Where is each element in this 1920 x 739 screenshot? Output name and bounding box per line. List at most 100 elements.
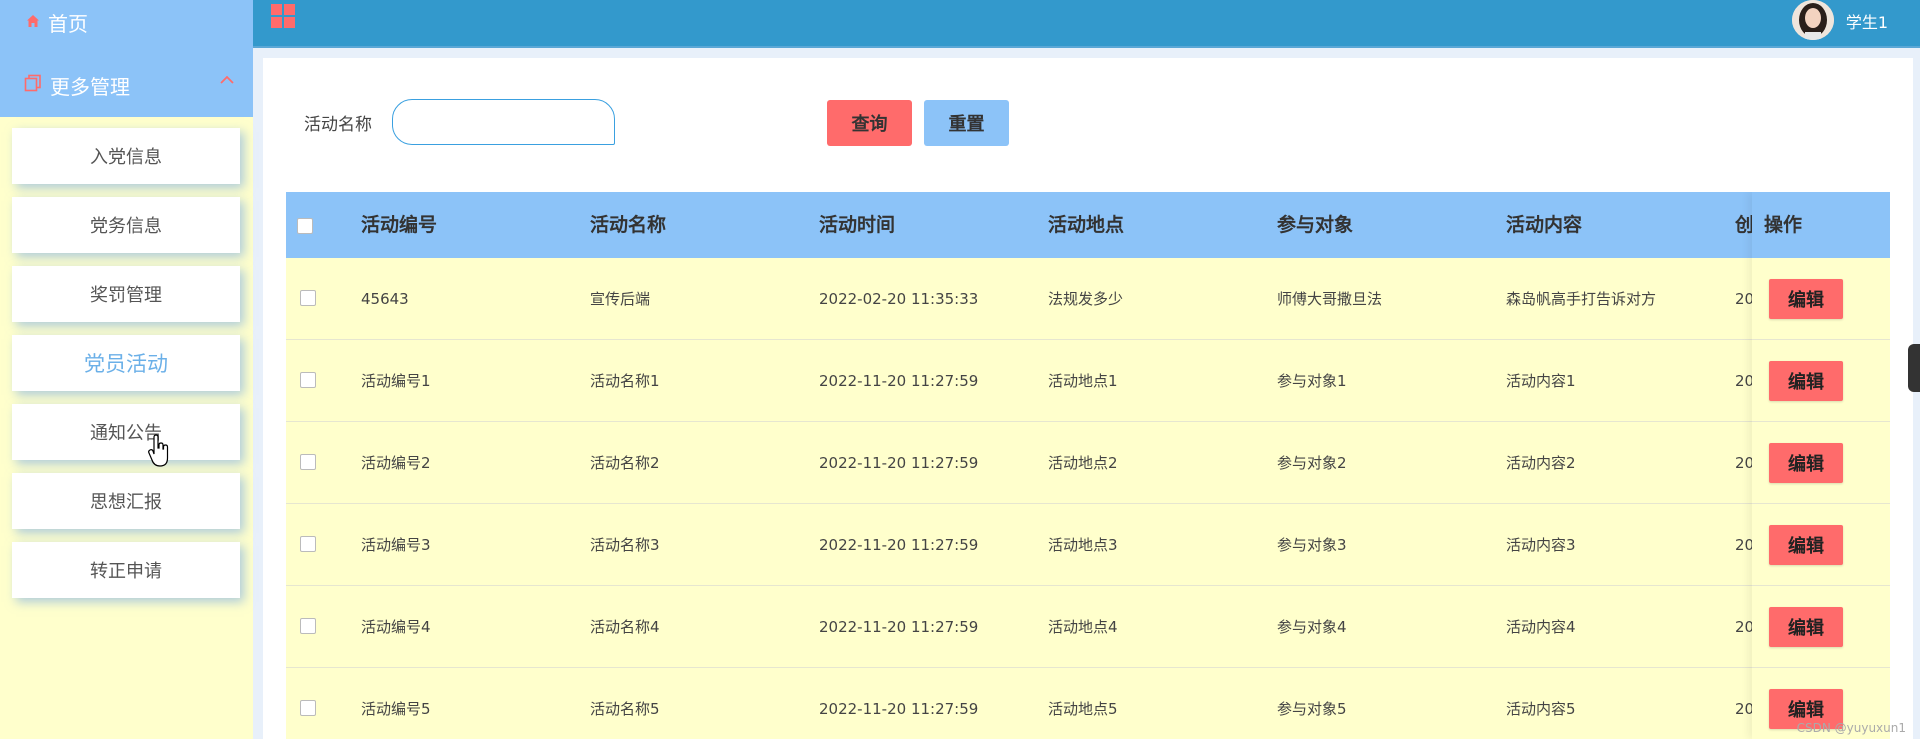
operations-column: 操作 编辑 编辑 编辑 编辑 编辑 编辑 [1752,192,1890,739]
sidebar-home-label: 首页 [48,11,88,36]
table-row[interactable]: 活动编号1 活动名称1 2022-11-20 11:27:59 活动地点1 参与… [286,340,1890,422]
sidebar-more-management[interactable]: 更多管理 [24,68,234,102]
operations-cell: 编辑 [1752,504,1890,586]
sidebar-item-label: 奖罚管理 [90,285,162,306]
copy-icon [24,74,42,97]
row-checkbox[interactable] [300,372,316,388]
cell-no: 活动编号2 [361,454,431,472]
column-header: 活动编号 [361,214,438,236]
sidebar-item-party-affairs[interactable]: 党务信息 [12,197,240,253]
sidebar-item-member-activities[interactable]: 党员活动 [12,335,240,391]
query-button[interactable]: 查询 [827,100,912,146]
cell-place: 活动地点3 [1048,536,1118,554]
chevron-up-icon[interactable] [220,70,234,89]
watermark: CSDN @yuyuxun1 [1796,721,1906,735]
sidebar-item-label: 转正申请 [90,561,162,582]
cell-no: 活动编号3 [361,536,431,554]
cell-content: 活动内容5 [1506,700,1576,718]
cell-target: 参与对象3 [1277,536,1347,554]
cell-time: 2022-11-20 11:27:59 [819,700,979,718]
avatar[interactable] [1792,0,1834,40]
sidebar-item-label: 党务信息 [90,216,162,237]
row-checkbox[interactable] [300,618,316,634]
home-icon [26,13,40,32]
cell-target: 参与对象5 [1277,700,1347,718]
cell-name: 活动名称3 [590,536,660,554]
sidebar-item-party-entry[interactable]: 入党信息 [12,128,240,184]
activity-table: 活动编号 活动名称 活动时间 活动地点 参与对象 活动内容 创 45643 宣传… [286,192,1890,739]
sidebar-item-label: 思想汇报 [90,492,162,513]
edit-button[interactable]: 编辑 [1769,279,1843,319]
table-row[interactable]: 活动编号5 活动名称5 2022-11-20 11:27:59 活动地点5 参与… [286,668,1890,739]
operations-cell: 编辑 [1752,422,1890,504]
operations-header: 操作 [1752,192,1890,258]
cell-name: 活动名称2 [590,454,660,472]
edit-button[interactable]: 编辑 [1769,525,1843,565]
sidebar-more-label: 更多管理 [50,74,130,99]
sidebar-home[interactable]: 首页 [26,8,88,36]
sidebar-item-regularization[interactable]: 转正申请 [12,542,240,598]
user-name[interactable]: 学生1 [1846,9,1888,33]
edit-button[interactable]: 编辑 [1769,443,1843,483]
cell-name: 活动名称4 [590,618,660,636]
cell-target: 参与对象4 [1277,618,1347,636]
sidebar-item-thought-reports[interactable]: 思想汇报 [12,473,240,529]
sidebar-item-label: 入党信息 [90,147,162,168]
column-header: 活动内容 [1506,214,1583,236]
content-panel: 活动名称 查询 重置 活动编号 活动名称 活动时间 活动地点 参与对象 活动内容… [263,58,1913,739]
cell-place: 法规发多少 [1048,290,1124,308]
cell-time: 2022-11-20 11:27:59 [819,372,979,390]
row-checkbox[interactable] [300,700,316,716]
column-header: 操作 [1764,214,1803,236]
cell-time: 2022-11-20 11:27:59 [819,454,979,472]
sidebar-item-rewards-penalties[interactable]: 奖罚管理 [12,266,240,322]
column-header: 活动时间 [819,214,896,236]
cell-name: 宣传后端 [590,290,651,308]
cell-no: 活动编号4 [361,618,431,636]
search-label: 活动名称 [304,115,372,135]
row-checkbox[interactable] [300,290,316,306]
cell-content: 活动内容3 [1506,536,1576,554]
edit-button[interactable]: 编辑 [1769,361,1843,401]
cell-place: 活动地点4 [1048,618,1118,636]
cell-name: 活动名称5 [590,700,660,718]
table-header: 活动编号 活动名称 活动时间 活动地点 参与对象 活动内容 创 [286,192,1890,258]
cell-content: 活动内容4 [1506,618,1576,636]
hand-cursor-icon [148,434,169,467]
cell-time: 2022-11-20 11:27:59 [819,618,979,636]
reset-button[interactable]: 重置 [924,100,1009,146]
edit-button[interactable]: 编辑 [1769,607,1843,647]
row-checkbox[interactable] [300,454,316,470]
top-header: 学生1 [253,0,1920,48]
column-header: 活动名称 [590,214,667,236]
activity-name-input[interactable] [392,99,615,145]
column-header: 参与对象 [1277,214,1354,236]
table-row[interactable]: 活动编号3 活动名称3 2022-11-20 11:27:59 活动地点3 参与… [286,504,1890,586]
operations-cell: 编辑 [1752,258,1890,340]
cell-content: 森岛帆高手打告诉对方 [1506,290,1657,308]
cell-no: 45643 [361,290,409,308]
table-row[interactable]: 45643 宣传后端 2022-02-20 11:35:33 法规发多少 师傅大… [286,258,1890,340]
operations-cell: 编辑 [1752,340,1890,422]
select-all-checkbox[interactable] [297,218,313,234]
table-row[interactable]: 活动编号4 活动名称4 2022-11-20 11:27:59 活动地点4 参与… [286,586,1890,668]
sidebar-item-notices[interactable]: 通知公告 [12,404,240,460]
sidebar-header: 首页 更多管理 [0,0,253,117]
floating-side-tab[interactable] [1908,344,1920,392]
column-header: 活动地点 [1048,214,1125,236]
row-checkbox[interactable] [300,536,316,552]
cell-target: 师傅大哥撒旦法 [1277,290,1383,308]
sidebar-item-label: 党员活动 [84,352,168,376]
cell-content: 活动内容2 [1506,454,1576,472]
table-row[interactable]: 活动编号2 活动名称2 2022-11-20 11:27:59 活动地点2 参与… [286,422,1890,504]
cell-target: 参与对象1 [1277,372,1347,390]
grid-menu-icon[interactable] [271,4,295,28]
sidebar: 首页 更多管理 入党信息 党务信息 奖罚管理 党员活动 通知公告 思想汇报 转正… [0,0,253,739]
cell-target: 参与对象2 [1277,454,1347,472]
cell-no: 活动编号1 [361,372,431,390]
cell-content: 活动内容1 [1506,372,1576,390]
cell-place: 活动地点2 [1048,454,1118,472]
cell-place: 活动地点5 [1048,700,1118,718]
cell-time: 2022-02-20 11:35:33 [819,290,979,308]
cell-no: 活动编号5 [361,700,431,718]
